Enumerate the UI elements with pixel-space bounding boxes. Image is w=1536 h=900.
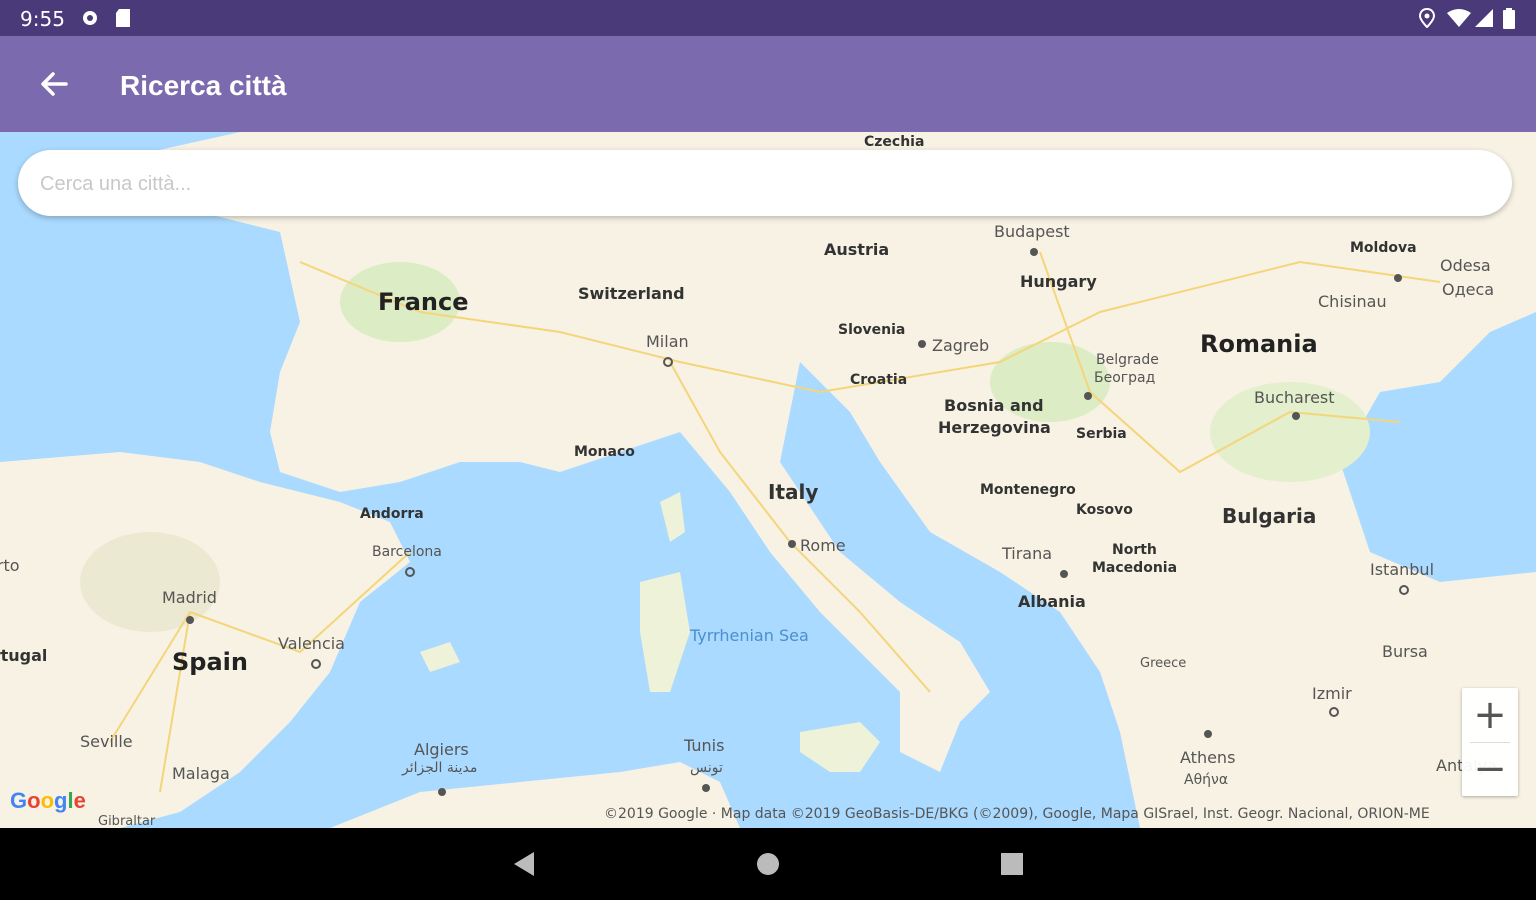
search-bar: [18, 150, 1512, 216]
nav-home-icon[interactable]: [750, 846, 786, 882]
back-arrow-icon[interactable]: [36, 66, 72, 102]
page-title: Ricerca città: [120, 70, 287, 101]
status-bar: 9:55: [0, 0, 1536, 36]
status-time: 9:55: [20, 7, 65, 31]
zoom-controls: + −: [1462, 688, 1518, 796]
sd-card-icon: [116, 9, 130, 27]
map-view[interactable]: France Romania Spain Italy Bulgaria Aust…: [0, 132, 1536, 828]
city-markers: [186, 248, 1409, 796]
google-logo: Google: [10, 788, 86, 813]
settings-icon: [83, 11, 97, 25]
map-attribution[interactable]: ©2019 Google · Map data ©2019 GeoBasis-D…: [604, 806, 1430, 822]
location-icon: [1418, 8, 1436, 28]
navigation-bar: [0, 828, 1536, 900]
app-bar: Ricerca città: [0, 36, 1536, 132]
nav-back-icon[interactable]: [506, 846, 542, 882]
signal-icon: [1475, 9, 1493, 27]
wifi-icon: [1447, 9, 1471, 27]
nav-recents-icon[interactable]: [994, 846, 1030, 882]
battery-icon: [1503, 8, 1515, 29]
search-input[interactable]: [38, 164, 1482, 204]
zoom-in-button[interactable]: +: [1462, 688, 1518, 742]
zoom-out-button[interactable]: −: [1462, 742, 1518, 796]
